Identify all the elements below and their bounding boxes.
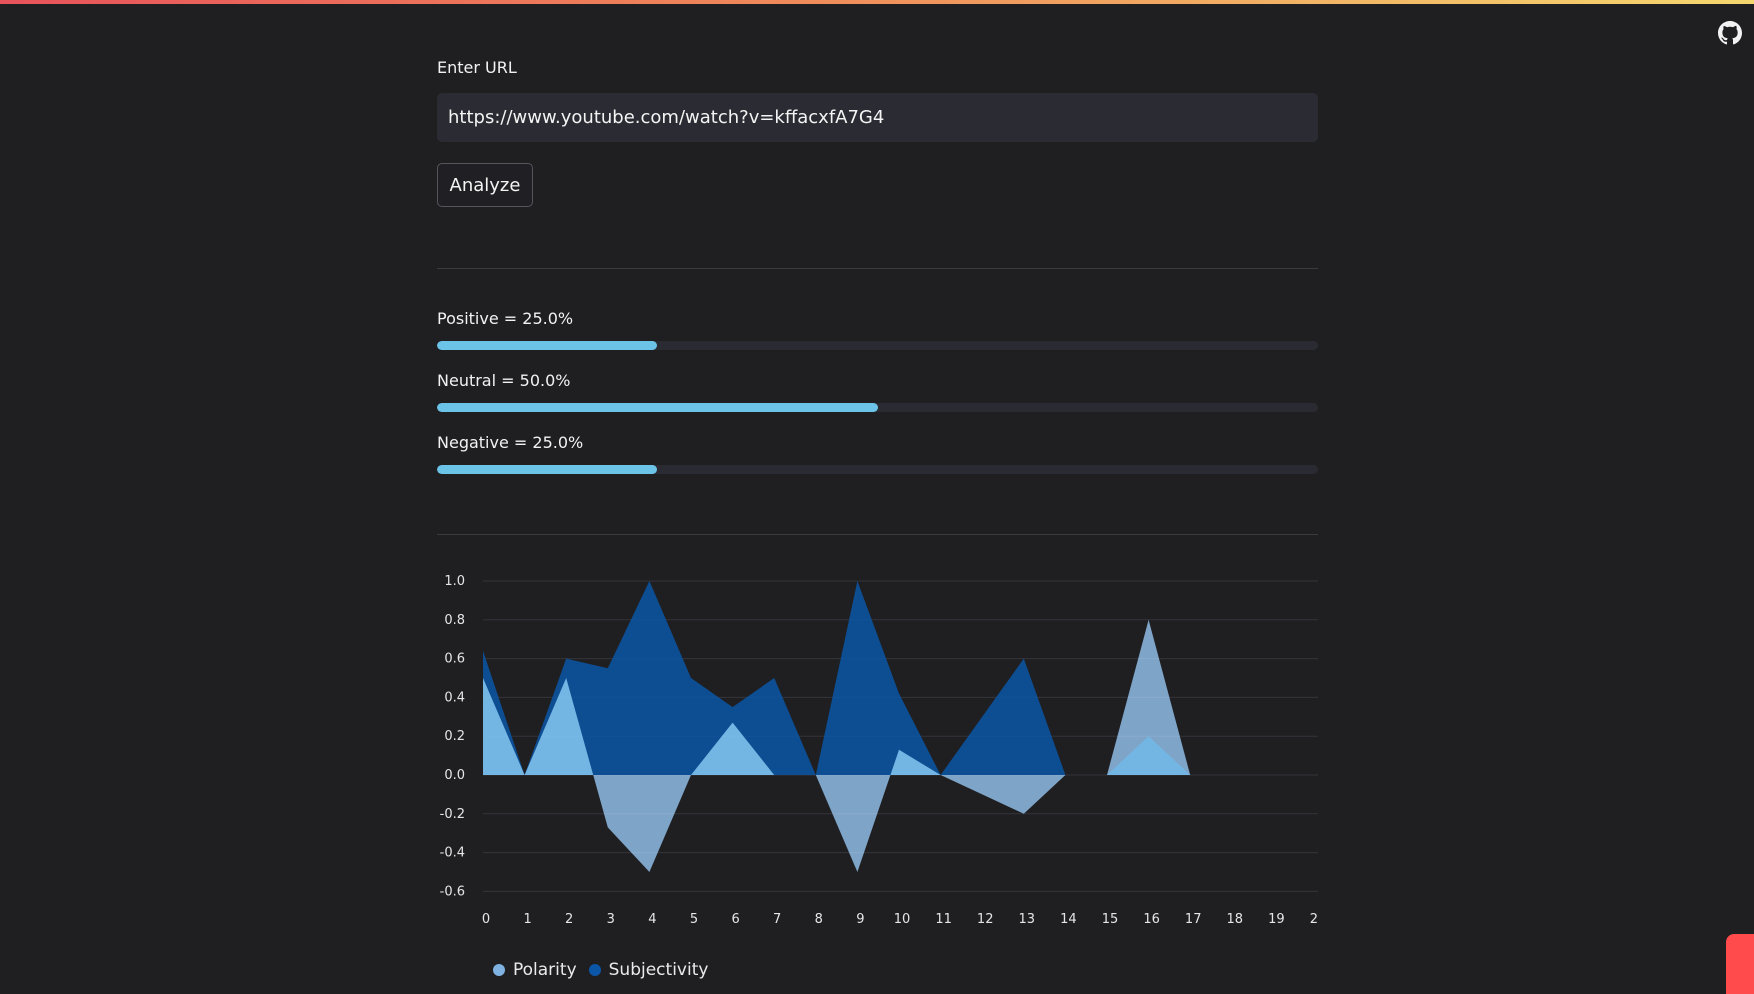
subjectivity-dot-icon bbox=[589, 964, 601, 976]
x-tick-label: 8 bbox=[815, 912, 823, 927]
x-tick-label: 14 bbox=[1060, 912, 1077, 927]
y-tick-label: 0.0 bbox=[444, 768, 465, 783]
sentiment-area-chart: 1.00.80.60.40.20.0-0.2-0.4-0.60123456789… bbox=[437, 565, 1318, 935]
positive-label: Positive = 25.0% bbox=[437, 309, 573, 328]
x-tick-label: 18 bbox=[1227, 912, 1244, 927]
x-tick-label: 5 bbox=[690, 912, 698, 927]
x-tick-label: 0 bbox=[482, 912, 490, 927]
url-input[interactable] bbox=[437, 93, 1318, 142]
x-tick-label: 11 bbox=[935, 912, 952, 927]
y-tick-label: -0.4 bbox=[440, 846, 465, 861]
area-subjectivity bbox=[483, 581, 1190, 775]
positive-progress-fill bbox=[437, 341, 657, 350]
x-tick-label: 3 bbox=[607, 912, 615, 927]
negative-progress-fill bbox=[437, 465, 657, 474]
github-icon[interactable] bbox=[1718, 21, 1742, 45]
polarity-dot-icon bbox=[493, 964, 505, 976]
x-tick-label: 13 bbox=[1019, 912, 1036, 927]
neutral-progress-fill bbox=[437, 403, 878, 412]
y-tick-label: -0.2 bbox=[440, 807, 465, 822]
x-tick-label: 10 bbox=[894, 912, 911, 927]
x-tick-label: 12 bbox=[977, 912, 994, 927]
neutral-progress-bar bbox=[437, 403, 1318, 412]
divider bbox=[437, 534, 1318, 535]
legend-item-subjectivity[interactable]: Subjectivity bbox=[589, 960, 709, 980]
x-tick-label: 2 bbox=[565, 912, 573, 927]
positive-progress-bar bbox=[437, 341, 1318, 350]
x-tick-label: 9 bbox=[856, 912, 864, 927]
legend-label-subjectivity: Subjectivity bbox=[609, 960, 709, 980]
x-tick-label: 16 bbox=[1143, 912, 1160, 927]
y-tick-label: 0.8 bbox=[444, 613, 465, 628]
chart-legend: Polarity Subjectivity bbox=[493, 960, 714, 980]
x-tick-label: 17 bbox=[1185, 912, 1202, 927]
legend-item-polarity[interactable]: Polarity bbox=[493, 960, 577, 980]
y-tick-label: 0.4 bbox=[444, 690, 465, 705]
x-tick-label: 19 bbox=[1268, 912, 1285, 927]
negative-label: Negative = 25.0% bbox=[437, 433, 583, 452]
x-tick-label: 7 bbox=[773, 912, 781, 927]
x-tick-label: 6 bbox=[731, 912, 739, 927]
neutral-label: Neutral = 50.0% bbox=[437, 371, 570, 390]
x-tick-label: 15 bbox=[1102, 912, 1119, 927]
top-decoration-bar bbox=[0, 0, 1754, 4]
analyze-button[interactable]: Analyze bbox=[437, 163, 533, 207]
y-tick-label: 0.6 bbox=[444, 652, 465, 667]
divider bbox=[437, 268, 1318, 269]
url-label: Enter URL bbox=[437, 58, 517, 77]
y-tick-label: 0.2 bbox=[444, 729, 465, 744]
y-tick-label: -0.6 bbox=[440, 884, 465, 899]
manage-app-button[interactable] bbox=[1726, 934, 1754, 994]
negative-progress-bar bbox=[437, 465, 1318, 474]
x-tick-label: 1 bbox=[523, 912, 531, 927]
y-tick-label: 1.0 bbox=[444, 574, 465, 589]
x-tick-label: 20 bbox=[1310, 912, 1318, 927]
legend-label-polarity: Polarity bbox=[513, 960, 577, 980]
x-tick-label: 4 bbox=[648, 912, 656, 927]
